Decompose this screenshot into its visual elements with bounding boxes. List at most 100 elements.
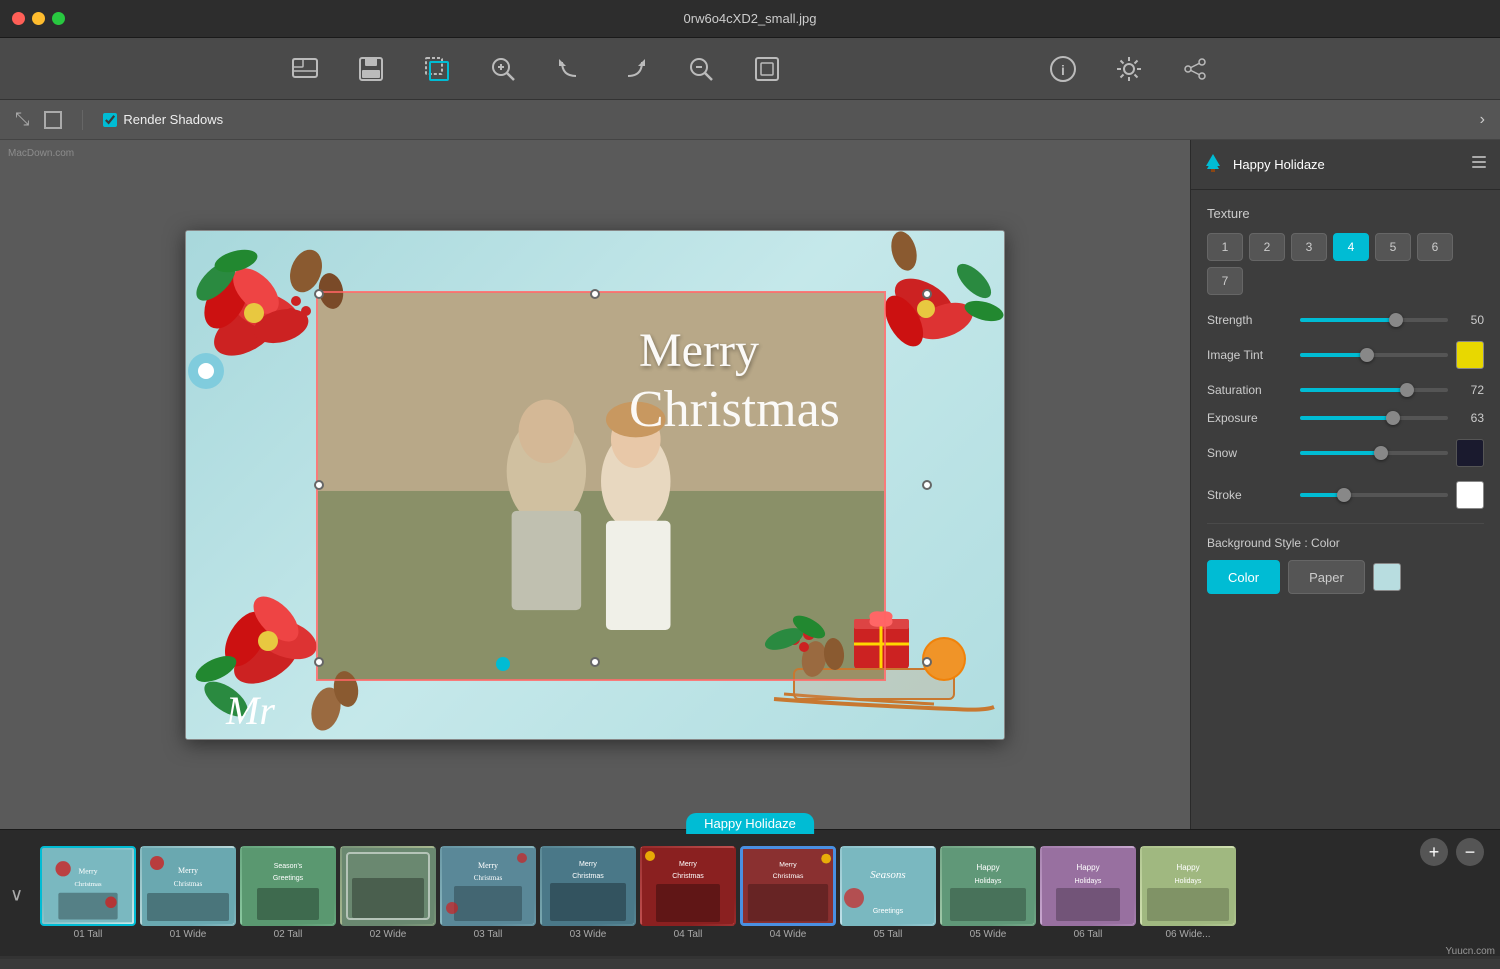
template-thumb-06-tall[interactable]: Happy Holidays 06 Tall (1040, 846, 1136, 940)
close-button[interactable] (12, 12, 25, 25)
zoom-in-icon[interactable] (485, 51, 521, 87)
stroke-slider-row: Stroke (1207, 481, 1484, 509)
template-thumb-05-wide[interactable]: Happy Holidays 05 Wide (940, 846, 1036, 940)
expand-arrow-icon[interactable]: › (1480, 111, 1485, 129)
handle-right-center[interactable] (922, 480, 932, 490)
svg-text:Happy: Happy (1176, 863, 1199, 872)
svg-text:Christmas: Christmas (474, 874, 503, 882)
saturation-slider[interactable] (1300, 388, 1448, 392)
template-thumb-04-tall[interactable]: Merry Christmas 04 Tall (640, 846, 736, 940)
panel-list-icon[interactable] (1470, 153, 1488, 176)
handle-top-right[interactable] (922, 289, 932, 299)
image-tint-slider[interactable] (1300, 353, 1448, 357)
stroke-swatch[interactable] (1456, 481, 1484, 509)
rotate-right-icon[interactable] (617, 51, 653, 87)
snow-swatch[interactable] (1456, 439, 1484, 467)
texture-btn-7[interactable]: 7 (1207, 267, 1243, 295)
maximize-button[interactable] (52, 12, 65, 25)
handle-bottom-left[interactable] (314, 657, 324, 667)
template-thumb-03-tall[interactable]: Merry Christmas 03 Tall (440, 846, 536, 940)
bottom-strip: Happy Holidaze ∨ + − Merry Christmas (0, 829, 1500, 959)
svg-text:Greetings: Greetings (273, 875, 304, 882)
template-thumb-04-wide[interactable]: Merry Christmas 04 Wide (740, 846, 836, 940)
handle-bottom-center[interactable] (590, 657, 600, 667)
rotate-left-icon[interactable] (551, 51, 587, 87)
exposure-slider[interactable] (1300, 416, 1448, 420)
texture-btn-1[interactable]: 1 (1207, 233, 1243, 261)
saturation-label: Saturation (1207, 383, 1292, 397)
handle-top-center[interactable] (590, 289, 600, 299)
thumb-label-03-tall: 03 Tall (474, 929, 503, 940)
texture-buttons: 1 2 3 4 5 6 7 (1207, 233, 1484, 295)
open-image-icon[interactable] (287, 51, 323, 87)
thumb-label-06-tall: 06 Tall (1074, 929, 1103, 940)
bg-color-swatch[interactable] (1373, 563, 1401, 591)
texture-btn-6[interactable]: 6 (1417, 233, 1453, 261)
canvas[interactable]: Mr (185, 230, 1005, 740)
saturation-slider-row: Saturation 72 (1207, 383, 1484, 397)
texture-btn-3[interactable]: 3 (1291, 233, 1327, 261)
settings-icon[interactable] (1111, 51, 1147, 87)
svg-text:Christmas: Christmas (773, 873, 804, 880)
svg-text:Holidays: Holidays (1175, 878, 1202, 885)
handle-bottom-right[interactable] (922, 657, 932, 667)
strength-value: 50 (1456, 313, 1484, 327)
bg-paper-button[interactable]: Paper (1288, 560, 1365, 594)
divider (1207, 523, 1484, 524)
template-thumb-01-wide[interactable]: Merry Christmas 01 Wide (140, 846, 236, 940)
toolbar: i (0, 38, 1500, 100)
template-thumb-05-tall[interactable]: Seasons Greetings 05 Tall (840, 846, 936, 940)
strength-label: Strength (1207, 313, 1292, 327)
render-shadows-checkbox-label[interactable]: Render Shadows (103, 112, 223, 127)
minimize-button[interactable] (32, 12, 45, 25)
strength-slider-row: Strength 50 (1207, 313, 1484, 327)
bg-color-button[interactable]: Color (1207, 560, 1280, 594)
window-title: 0rw6o4cXD2_small.jpg (684, 11, 817, 26)
template-thumb-02-wide[interactable]: 02 Wide (340, 846, 436, 940)
remove-template-button[interactable]: − (1456, 838, 1484, 866)
texture-btn-4[interactable]: 4 (1333, 233, 1369, 261)
handle-rotate[interactable] (496, 657, 510, 671)
template-thumb-06-wide[interactable]: Happy Holidays 06 Wide... (1140, 846, 1236, 940)
snow-slider[interactable] (1300, 451, 1448, 455)
handle-left-center[interactable] (314, 480, 324, 490)
template-thumb-03-wide[interactable]: Merry Christmas 03 Wide (540, 846, 636, 940)
fit-icon[interactable] (749, 51, 785, 87)
image-tint-label: Image Tint (1207, 348, 1292, 362)
thumb-label-01-tall: 01 Tall (74, 929, 103, 940)
svg-text:Merry: Merry (679, 861, 697, 868)
image-tint-slider-row: Image Tint (1207, 341, 1484, 369)
save-icon[interactable] (353, 51, 389, 87)
template-thumb-02-tall[interactable]: Season's Greetings 02 Tall (240, 846, 336, 940)
exposure-slider-row: Exposure 63 (1207, 411, 1484, 425)
render-shadows-checkbox[interactable] (103, 113, 117, 127)
panel-header-icons (1470, 153, 1488, 176)
svg-text:Holidays: Holidays (1075, 878, 1102, 885)
strip-expand-icon[interactable]: ∨ (10, 884, 23, 905)
svg-text:Christmas: Christmas (174, 880, 203, 888)
template-thumb-01-tall[interactable]: Merry Christmas 01 Tall (40, 846, 136, 940)
svg-text:Merry: Merry (78, 867, 97, 876)
texture-btn-2[interactable]: 2 (1249, 233, 1285, 261)
crop-icon[interactable] (419, 51, 455, 87)
image-tint-swatch[interactable] (1456, 341, 1484, 369)
info-icon[interactable]: i (1045, 51, 1081, 87)
right-panel: Happy Holidaze Texture 1 2 3 4 5 6 (1190, 140, 1500, 829)
strength-slider[interactable] (1300, 318, 1448, 322)
svg-text:Merry: Merry (579, 861, 597, 868)
stroke-slider[interactable] (1300, 493, 1448, 497)
svg-text:Merry: Merry (639, 324, 759, 377)
stroke-label: Stroke (1207, 488, 1292, 502)
move-tool-icon[interactable]: ⤡ (15, 109, 29, 130)
svg-text:Mr: Mr (225, 688, 275, 733)
add-template-button[interactable]: + (1420, 838, 1448, 866)
thumb-label-04-tall: 04 Tall (674, 929, 703, 940)
selection-tool-icon[interactable] (44, 111, 62, 129)
zoom-out-icon[interactable] (683, 51, 719, 87)
thumb-label-05-tall: 05 Tall (874, 929, 903, 940)
thumb-label-02-wide: 02 Wide (370, 929, 407, 940)
handle-top-left[interactable] (314, 289, 324, 299)
texture-btn-5[interactable]: 5 (1375, 233, 1411, 261)
exposure-label: Exposure (1207, 411, 1292, 425)
share-icon[interactable] (1177, 51, 1213, 87)
